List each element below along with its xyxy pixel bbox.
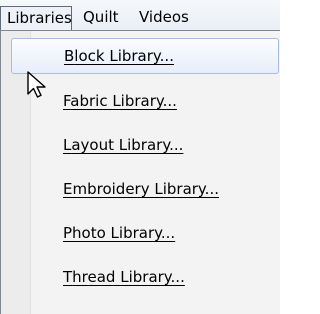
menu-item-block-library[interactable]: Block Library... <box>11 38 279 74</box>
menu-item-label: Embroidery Library... <box>63 180 219 198</box>
menu-item-label: Thread Library... <box>63 268 185 286</box>
menu-videos[interactable]: Videos <box>133 6 195 30</box>
menu-item-layout-library[interactable]: Layout Library... <box>11 128 279 164</box>
menu-bar: Libraries Quilt Videos <box>0 0 280 34</box>
menu-item-thread-library[interactable]: Thread Library... <box>11 260 279 296</box>
menu-item-fabric-library[interactable]: Fabric Library... <box>11 84 279 120</box>
menu-quilt[interactable]: Quilt <box>77 6 125 30</box>
menu-item-label: Fabric Library... <box>63 92 177 110</box>
menu-item-label: Block Library... <box>64 47 174 65</box>
menu-libraries[interactable]: Libraries <box>0 6 72 30</box>
menu-item-label: Layout Library... <box>63 136 184 154</box>
menu-item-photo-library[interactable]: Photo Library... <box>11 216 279 252</box>
menu-item-embroidery-library[interactable]: Embroidery Library... <box>11 172 279 208</box>
menu-item-label: Photo Library... <box>63 224 176 242</box>
mouse-pointer-icon <box>27 71 46 98</box>
